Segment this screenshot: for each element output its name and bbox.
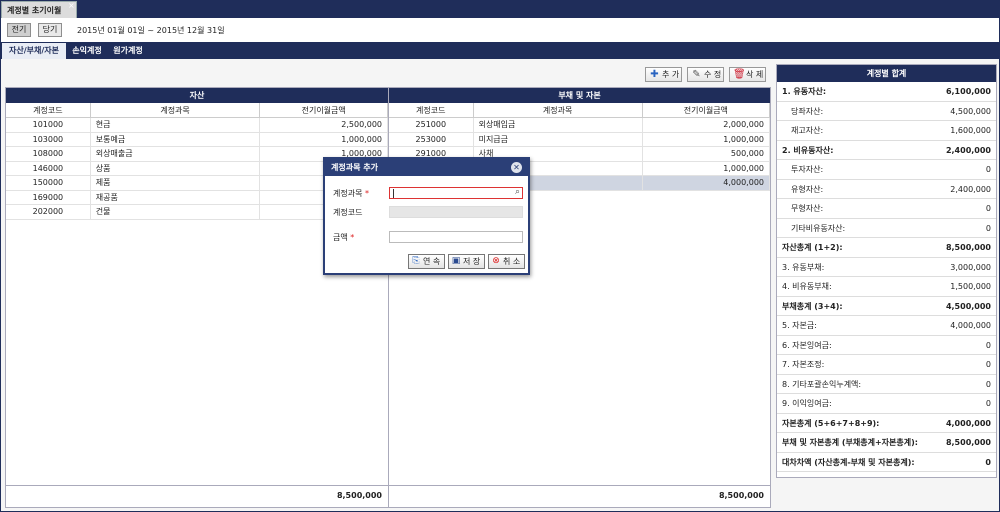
tab-bar: 자산/부채/자본 손익계정 원가계정 bbox=[0, 42, 1000, 59]
plus-icon: ✚ bbox=[650, 69, 659, 80]
column-code[interactable]: 계정코드 bbox=[389, 103, 474, 117]
summary-row: 재고자산: 1,600,000 bbox=[777, 121, 996, 141]
cancel-button[interactable]: ⊗ 취 소 bbox=[488, 254, 525, 269]
delete-label: 삭 제 bbox=[746, 70, 764, 79]
required-mark: * bbox=[365, 189, 369, 198]
liabilities-footer: 8,500,000 bbox=[389, 485, 770, 507]
edit-button[interactable]: ✎ 수 정 bbox=[687, 67, 724, 82]
dialog-title: 계정과목 추가 bbox=[331, 163, 378, 172]
save-label: 저 장 bbox=[463, 257, 481, 266]
column-code[interactable]: 계정코드 bbox=[6, 103, 91, 117]
assets-panel: 자산 계정코드 계정과목 전기이월금액 101000 현금 2,500,000 10… bbox=[5, 87, 389, 508]
search-icon[interactable]: ⌕ bbox=[515, 187, 520, 197]
add-account-dialog: 계정과목 추가 ✕ 계정과목 * ⌕ 계정코드 금액 * ⎘ 연 속 ▣ 저 장… bbox=[323, 157, 530, 275]
document-tab-title: 계정별 초기이월 bbox=[7, 6, 62, 15]
close-icon[interactable]: ✕ bbox=[511, 162, 522, 173]
summary-row: 무형자산: 0 bbox=[777, 199, 996, 219]
trash-icon: 🗑 bbox=[733, 69, 746, 80]
tab-cost[interactable]: 원가계정 bbox=[108, 43, 148, 59]
add-button[interactable]: ✚ 추 가 bbox=[645, 67, 682, 82]
account-label: 계정과목 * bbox=[333, 189, 369, 198]
summary-row: 기타비유동자산: 0 bbox=[777, 219, 996, 238]
continue-icon: ⎘ bbox=[412, 256, 420, 266]
summary-row: 투자자산: 0 bbox=[777, 160, 996, 180]
close-icon[interactable]: × bbox=[68, 1, 75, 10]
tab-income[interactable]: 손익계정 bbox=[67, 43, 107, 59]
continue-button[interactable]: ⎘ 연 속 bbox=[408, 254, 445, 269]
required-mark: * bbox=[350, 233, 355, 242]
amount-input[interactable] bbox=[389, 231, 523, 243]
assets-footer: 8,500,000 bbox=[6, 485, 388, 507]
summary-row: 부채 및 자본총계 (부채총계+자본총계): 8,500,000 bbox=[777, 433, 996, 453]
table-row[interactable]: 253000 미지급금 1,000,000 bbox=[389, 132, 770, 147]
amount-label: 금액 * bbox=[333, 233, 355, 242]
summary-row: 부채총계 (3+4): 4,500,000 bbox=[777, 297, 996, 316]
save-button[interactable]: ▣ 저 장 bbox=[448, 254, 485, 269]
document-tab[interactable]: 계정별 초기이월 bbox=[1, 1, 77, 18]
account-input[interactable]: ⌕ bbox=[389, 187, 523, 199]
table-row[interactable]: 251000 외상매입금 2,000,000 bbox=[389, 118, 770, 133]
summary-row: 6. 자본잉여금: 0 bbox=[777, 336, 996, 355]
tab-balance-sheet[interactable]: 자산/부채/자본 bbox=[2, 43, 66, 59]
column-name[interactable]: 계정과목 bbox=[91, 103, 261, 117]
summary-row: 5. 자본금: 4,000,000 bbox=[777, 316, 996, 336]
summary-title: 계정별 합계 bbox=[777, 65, 996, 82]
assets-title: 자산 bbox=[6, 88, 388, 103]
prev-period-button[interactable]: 전기 bbox=[7, 23, 31, 37]
liabilities-total: 8,500,000 bbox=[718, 491, 764, 500]
period-range: 2015년 01월 01일 ~ 2015년 12월 31일 bbox=[77, 26, 225, 35]
column-amount[interactable]: 전기이월금액 bbox=[260, 103, 389, 117]
summary-row: 8. 기타포괄손익누계액: 0 bbox=[777, 375, 996, 394]
window-tabbar: 계정별 초기이월 × bbox=[0, 0, 1000, 18]
summary-row: 9. 이익잉여금: 0 bbox=[777, 394, 996, 414]
column-name[interactable]: 계정과목 bbox=[474, 103, 643, 117]
column-amount[interactable]: 전기이월금액 bbox=[643, 103, 770, 117]
table-row[interactable]: 101000 현금 2,500,000 bbox=[6, 118, 388, 133]
cancel-label: 취 소 bbox=[503, 257, 521, 266]
main-content: ✚ 추 가 ✎ 수 정 🗑 삭 제 자산 계정코드 계정과목 전기이월금액 10… bbox=[0, 59, 1000, 512]
edit-label: 수 정 bbox=[704, 70, 722, 79]
edit-icon: ✎ bbox=[692, 69, 701, 80]
summary-panel: 계정별 합계 1. 유동자산: 6,100,000 당좌자산: 4,500,000 … bbox=[776, 64, 997, 478]
liabilities-column-header: 계정코드 계정과목 전기이월금액 bbox=[389, 103, 770, 118]
liabilities-title: 부채 및 자본 bbox=[389, 88, 770, 103]
code-label: 계정코드 bbox=[333, 208, 363, 217]
summary-row: 7. 자본조정: 0 bbox=[777, 355, 996, 375]
summary-row: 자본총계 (5+6+7+8+9): 4,000,000 bbox=[777, 414, 996, 433]
save-icon: ▣ bbox=[451, 256, 461, 266]
liabilities-panel: 부채 및 자본 계정코드 계정과목 전기이월금액 251000 외상매입금 2,00… bbox=[388, 87, 771, 508]
summary-row: 유형자산: 2,400,000 bbox=[777, 180, 996, 199]
summary-row: 1. 유동자산: 6,100,000 bbox=[777, 82, 996, 102]
summary-row: 2. 비유동자산: 2,400,000 bbox=[777, 141, 996, 160]
summary-row: 4. 비유동부채: 1,500,000 bbox=[777, 277, 996, 297]
toolbar: 전기 당기 2015년 01월 01일 ~ 2015년 12월 31일 bbox=[0, 18, 1000, 42]
current-period-button[interactable]: 당기 bbox=[38, 23, 62, 37]
add-label: 추 가 bbox=[662, 70, 680, 79]
summary-row: 당좌자산: 4,500,000 bbox=[777, 102, 996, 121]
cancel-icon: ⊗ bbox=[492, 256, 500, 266]
dialog-header: 계정과목 추가 ✕ bbox=[325, 159, 528, 176]
code-field bbox=[389, 206, 523, 218]
continue-label: 연 속 bbox=[423, 257, 441, 266]
summary-row: 3. 유동부채: 3,000,000 bbox=[777, 258, 996, 277]
table-row[interactable]: 103000 보통예금 1,000,000 bbox=[6, 132, 388, 147]
summary-row: 자산총계 (1+2): 8,500,000 bbox=[777, 238, 996, 258]
assets-total: 8,500,000 bbox=[336, 491, 382, 500]
text-cursor bbox=[393, 189, 394, 198]
assets-column-header: 계정코드 계정과목 전기이월금액 bbox=[6, 103, 389, 118]
summary-row: 대차차액 (자산총계-부채 및 자본총계): 0 bbox=[777, 453, 996, 472]
delete-button[interactable]: 🗑 삭 제 bbox=[729, 67, 766, 82]
